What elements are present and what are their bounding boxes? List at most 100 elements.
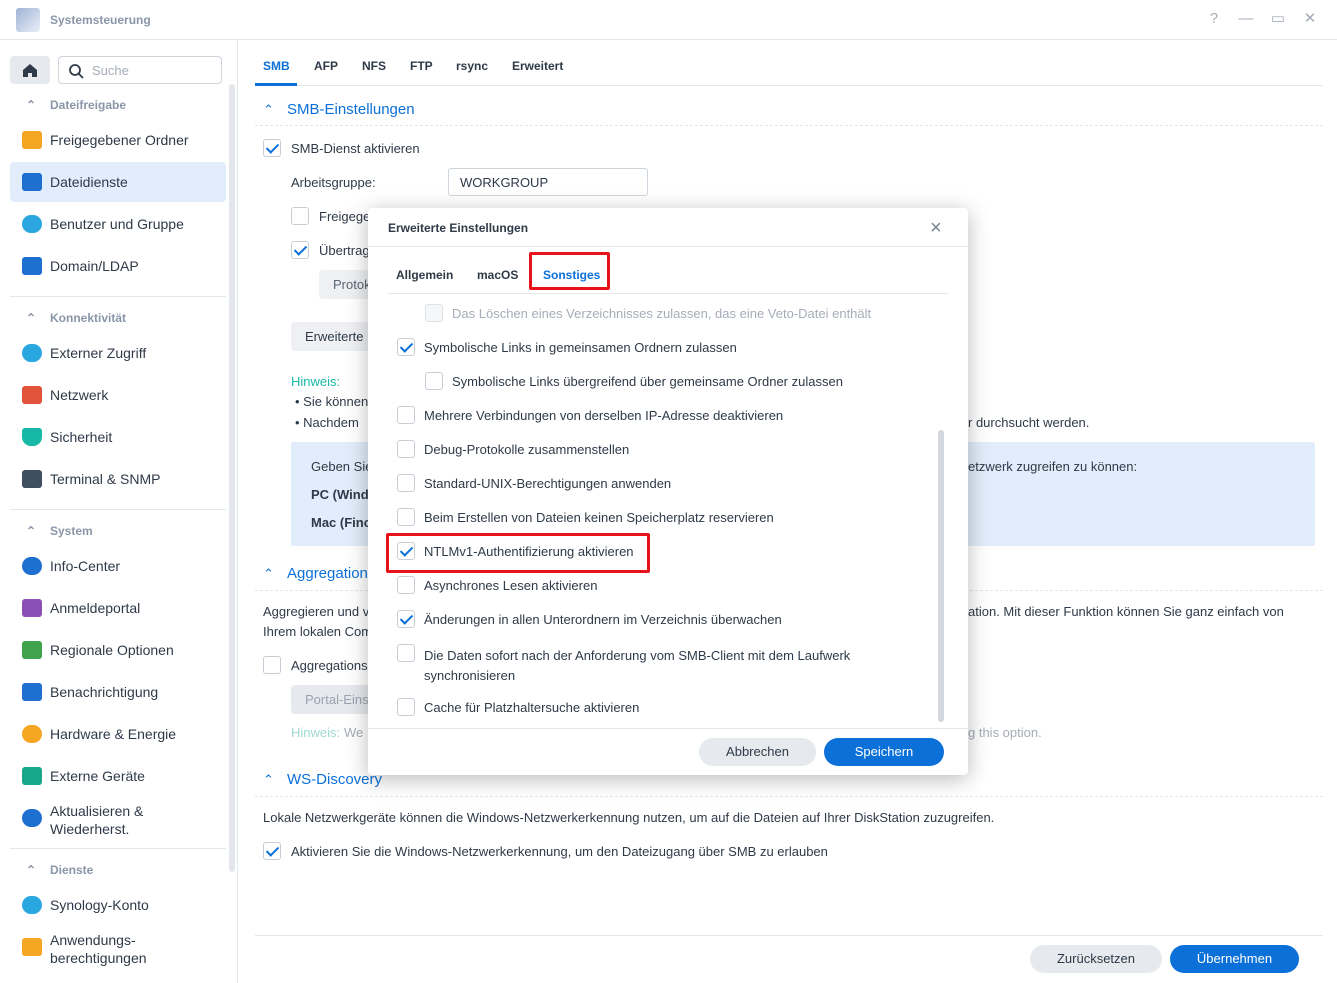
sidebar-item-external-devices[interactable]: Externe Geräte — [10, 756, 226, 796]
smb-enable-checkbox[interactable] — [263, 139, 281, 157]
section-title: WS-Discovery — [287, 771, 383, 788]
sidebar-item-label: Regionale Optionen — [50, 642, 174, 658]
help-icon[interactable]: ? — [1204, 9, 1224, 29]
sidebar-item-label: Externe Geräte — [50, 768, 145, 784]
chevron-up-icon: ⌃ — [26, 524, 37, 538]
sidebar-item-label: Anwendungs-berechtigungen — [50, 932, 147, 966]
home-icon — [23, 64, 37, 77]
search-input[interactable]: Suche — [58, 56, 222, 84]
tab-afp[interactable]: AFP — [314, 59, 338, 73]
wsd-desc: Lokale Netzwerkgeräte können die Windows… — [263, 810, 995, 825]
button-label: Erweiterte — [305, 329, 364, 344]
home-button[interactable] — [10, 56, 50, 84]
wsd-section-header[interactable]: ⌃ WS-Discovery — [263, 771, 382, 788]
tab-rsync[interactable]: rsync — [456, 59, 488, 73]
lock-icon — [22, 938, 42, 956]
close-window-icon[interactable]: ✕ — [1300, 9, 1320, 29]
file-services-icon — [22, 173, 42, 191]
tab-ftp[interactable]: FTP — [410, 59, 433, 73]
option-label: Symbolische Links in gemeinsamen Ordnern… — [424, 340, 737, 355]
option-checkbox[interactable] — [397, 474, 415, 492]
button-label: Protok — [333, 277, 371, 292]
lightbulb-icon — [22, 725, 42, 743]
info-mac: Mac (Finc — [311, 515, 371, 530]
sidebar-item-label: Sicherheit — [50, 429, 113, 445]
tab-allgemein[interactable]: Allgemein — [396, 268, 453, 282]
region-map-icon — [22, 641, 42, 659]
sidebar-item-app-permissions[interactable]: Anwendungs-berechtigungen — [10, 927, 226, 967]
section-dateifreigabe[interactable]: ⌃ Dateifreigabe — [26, 98, 126, 112]
tab-erweitert[interactable]: Erweitert — [512, 59, 563, 73]
maximize-icon[interactable]: ▭ — [1268, 9, 1288, 29]
smb-section-header[interactable]: ⌃ SMB-Einstellungen — [263, 101, 415, 118]
aggregation-section-header[interactable]: ⌃ Aggregation — [263, 565, 368, 582]
sidebar-item-users[interactable]: Benutzer und Gruppe — [10, 204, 226, 244]
info-icon — [22, 557, 42, 575]
sidebar-item-synology-account[interactable]: Synology-Konto — [10, 885, 226, 925]
aggregation-desc-2: Ihrem lokalen Com — [263, 624, 373, 639]
tab-nfs[interactable]: NFS — [362, 59, 386, 73]
sidebar-scrollbar[interactable] — [229, 84, 235, 872]
option-checkbox[interactable] — [397, 576, 415, 594]
option-checkbox[interactable] — [397, 610, 415, 628]
network-home-icon — [22, 386, 42, 404]
search-icon — [69, 64, 84, 79]
shared-checkbox[interactable] — [291, 207, 309, 225]
sidebar-item-file-services[interactable]: Dateidienste — [10, 162, 226, 202]
tab-smb[interactable]: SMB — [263, 59, 290, 73]
tab-active-indicator — [255, 83, 297, 86]
sidebar-item-label: Netzwerk — [50, 387, 109, 403]
aggregation-desc: Aggregieren und v — [263, 604, 370, 619]
hint-2-tail: r durchsucht werden. — [968, 415, 1090, 430]
cancel-button[interactable]: Abbrechen — [699, 738, 816, 766]
sidebar-item-security[interactable]: Sicherheit — [10, 417, 226, 457]
sidebar-item-label: Terminal & SNMP — [50, 471, 161, 487]
tab-macos[interactable]: macOS — [477, 268, 518, 282]
section-label: Konnektivität — [50, 311, 127, 325]
divider — [10, 296, 226, 297]
sidebar-item-update[interactable]: Aktualisieren & Wiederherst. — [10, 798, 226, 838]
sidebar-item-network[interactable]: Netzwerk — [10, 375, 226, 415]
transfer-checkbox[interactable] — [291, 241, 309, 259]
external-access-icon — [22, 344, 42, 362]
sidebar-item-regional[interactable]: Regionale Optionen — [10, 630, 226, 670]
option-label: Beim Erstellen von Dateien keinen Speich… — [424, 510, 774, 525]
chevron-up-icon: ⌃ — [26, 311, 37, 325]
dialog-scrollbar[interactable] — [938, 430, 944, 722]
section-system[interactable]: ⌃ System — [26, 524, 93, 538]
apply-button[interactable]: Übernehmen — [1170, 945, 1299, 973]
minimize-icon[interactable]: — — [1236, 9, 1256, 29]
sidebar-item-terminal[interactable]: Terminal & SNMP — [10, 459, 226, 499]
option-label: Asynchrones Lesen aktivieren — [424, 578, 598, 593]
sidebar-item-info-center[interactable]: Info-Center — [10, 546, 226, 586]
option-checkbox[interactable] — [397, 644, 415, 662]
option-checkbox[interactable] — [397, 406, 415, 424]
option-checkbox[interactable] — [397, 508, 415, 526]
dashed-divider — [255, 796, 1323, 797]
option-checkbox[interactable] — [397, 440, 415, 458]
workgroup-input[interactable]: WORKGROUP — [448, 168, 648, 196]
option-label: Symbolische Links übergreifend über geme… — [452, 374, 843, 389]
sidebar-item-label: Synology-Konto — [50, 897, 149, 913]
option-checkbox[interactable] — [397, 338, 415, 356]
option-checkbox[interactable] — [397, 698, 415, 716]
sidebar-item-notification[interactable]: Benachrichtigung — [10, 672, 226, 712]
aggregation-desc-tail: ation. Mit dieser Funktion können Sie ga… — [968, 604, 1284, 619]
tab-divider — [255, 85, 1323, 86]
option-checkbox[interactable] — [425, 304, 443, 322]
reset-button[interactable]: Zurücksetzen — [1030, 945, 1162, 973]
close-icon[interactable]: × — [930, 217, 942, 240]
sidebar-item-domain[interactable]: Domain/LDAP — [10, 246, 226, 286]
save-button[interactable]: Speichern — [824, 738, 944, 766]
sidebar-item-shared-folder[interactable]: Freigegebener Ordner — [10, 120, 226, 160]
wsd-enable-checkbox[interactable] — [263, 842, 281, 860]
option-checkbox[interactable] — [425, 372, 443, 390]
section-konnektivitaet[interactable]: ⌃ Konnektivität — [26, 311, 126, 325]
section-title: SMB-Einstellungen — [287, 101, 415, 118]
aggregation-hint-label: Hinweis: — [291, 725, 341, 740]
sidebar-item-hardware[interactable]: Hardware & Energie — [10, 714, 226, 754]
sidebar-item-external-access[interactable]: Externer Zugriff — [10, 333, 226, 373]
section-dienste[interactable]: ⌃ Dienste — [26, 863, 93, 877]
aggregation-checkbox[interactable] — [263, 656, 281, 674]
sidebar-item-login-portal[interactable]: Anmeldeportal — [10, 588, 226, 628]
